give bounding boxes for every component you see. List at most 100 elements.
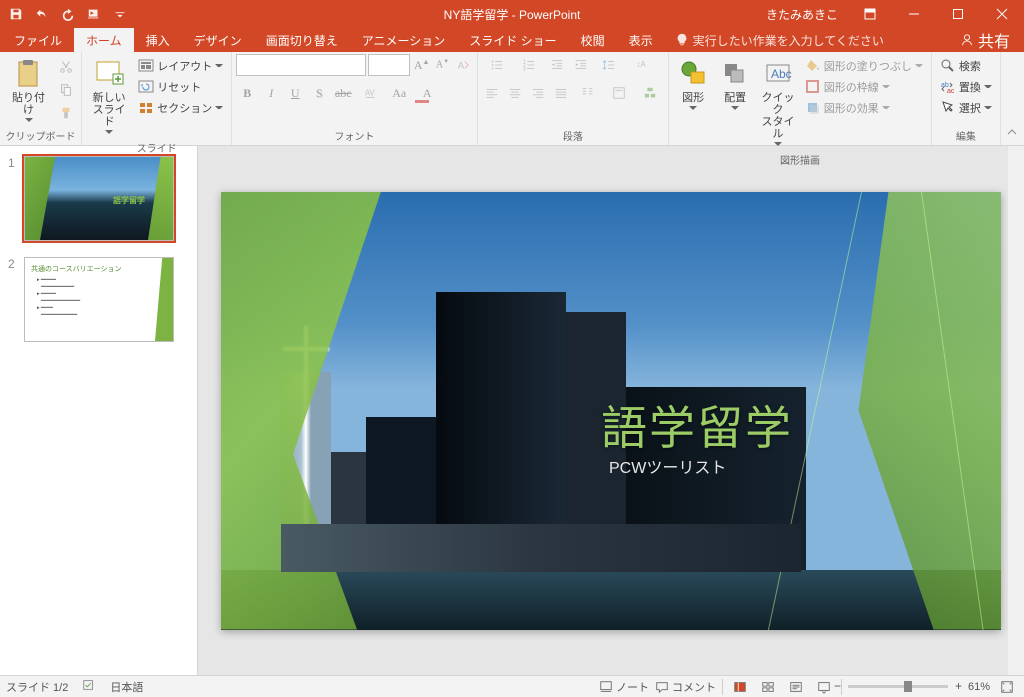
zoom-in-button[interactable]: +	[955, 679, 962, 693]
zoom-level[interactable]: 61%	[968, 681, 990, 693]
numbering-button[interactable]: 123	[514, 54, 544, 76]
start-from-beginning-button[interactable]	[82, 2, 106, 26]
slide-thumbnail-panel[interactable]: 1 語学留学 2 共通のコースバリエーション ▸ ━━━━━ ━━━━━━━━━…	[0, 146, 198, 675]
vertical-scrollbar[interactable]	[1008, 146, 1024, 675]
increase-indent-button[interactable]	[570, 54, 592, 76]
align-text-icon	[612, 86, 626, 100]
search-icon	[940, 58, 956, 74]
normal-view-button[interactable]	[729, 678, 751, 696]
undo-button[interactable]	[30, 2, 54, 26]
new-slide-icon	[93, 58, 125, 90]
zoom-out-button[interactable]: −	[834, 679, 841, 693]
language-indicator[interactable]: 日本語	[110, 679, 143, 695]
decrease-indent-button[interactable]	[546, 54, 568, 76]
spell-check-indicator[interactable]	[82, 678, 96, 695]
new-slide-button[interactable]: 新しい スライド	[86, 54, 132, 138]
tab-view[interactable]: 表示	[617, 28, 665, 52]
zoom-slider[interactable]: − +	[848, 685, 948, 688]
tell-me-search[interactable]: 実行したい作業を入力してください	[665, 28, 896, 52]
replace-button[interactable]: abac置換	[936, 77, 996, 97]
shape-fill-icon	[805, 58, 821, 74]
tab-home[interactable]: ホーム	[74, 28, 134, 52]
justify-button[interactable]	[551, 82, 572, 104]
notes-toggle[interactable]: ノート	[599, 678, 649, 696]
chevron-down-icon	[882, 104, 890, 112]
fit-to-window-button[interactable]	[996, 678, 1018, 696]
reading-view-button[interactable]	[785, 678, 807, 696]
line-spacing-button[interactable]	[594, 54, 624, 76]
columns-button[interactable]	[574, 82, 603, 104]
ribbon-display-options-button[interactable]	[848, 0, 892, 28]
collapse-ribbon-button[interactable]	[1001, 52, 1024, 145]
thumbnail-1[interactable]: 1 語学留学	[0, 152, 197, 253]
thumbnail-preview[interactable]: 共通のコースバリエーション ▸ ━━━━━ ━━━━━━━━━━━ ▸ ━━━━…	[24, 257, 174, 342]
svg-text:Abc: Abc	[771, 67, 792, 81]
cut-button[interactable]	[55, 56, 77, 78]
font-color-button[interactable]: A	[412, 82, 442, 104]
close-button[interactable]	[980, 0, 1024, 28]
zoom-slider-handle[interactable]	[904, 681, 912, 692]
workspace: 1 語学留学 2 共通のコースバリエーション ▸ ━━━━━ ━━━━━━━━━…	[0, 146, 1024, 675]
slide-sorter-button[interactable]	[757, 678, 779, 696]
slide-counter[interactable]: スライド 1/2	[6, 679, 68, 695]
font-size-input[interactable]	[368, 54, 410, 76]
decrease-font-button[interactable]: A▼	[433, 54, 452, 76]
italic-button[interactable]: I	[260, 82, 282, 104]
tab-review[interactable]: 校閲	[569, 28, 617, 52]
increase-font-button[interactable]: A▲	[412, 54, 431, 76]
tab-transitions[interactable]: 画面切り替え	[254, 28, 350, 52]
arrange-button[interactable]: 配置	[715, 54, 755, 114]
format-painter-icon	[59, 106, 73, 120]
shape-fill-button[interactable]: 図形の塗りつぶし	[801, 56, 927, 76]
slide-editor-area[interactable]: 語学留学 PCWツーリスト	[198, 146, 1024, 675]
replace-icon: abac	[940, 79, 956, 95]
shadow-button[interactable]: S	[308, 82, 330, 104]
bullets-button[interactable]	[482, 54, 512, 76]
smartart-button[interactable]	[635, 82, 664, 104]
minimize-button[interactable]	[892, 0, 936, 28]
text-direction-button[interactable]: ↕A	[626, 54, 656, 76]
share-button[interactable]: 共有	[960, 28, 1024, 52]
thumbnail-preview[interactable]: 語学留学	[24, 156, 174, 241]
tab-design[interactable]: デザイン	[182, 28, 254, 52]
reset-button[interactable]: リセット	[134, 77, 227, 97]
section-button[interactable]: セクション	[134, 98, 227, 118]
slideshow-view-button[interactable]	[813, 678, 835, 696]
slide-subtitle-text[interactable]: PCWツーリスト	[609, 454, 726, 478]
qat-customize-button[interactable]	[108, 2, 132, 26]
align-right-button[interactable]	[528, 82, 549, 104]
copy-button[interactable]	[55, 79, 77, 101]
tab-insert[interactable]: 挿入	[134, 28, 182, 52]
char-spacing-button[interactable]: AV	[356, 82, 386, 104]
paste-button[interactable]: 貼り付け	[4, 54, 53, 126]
comments-toggle[interactable]: コメント	[655, 678, 716, 696]
slide-canvas[interactable]: 語学留学 PCWツーリスト	[221, 192, 1001, 630]
clear-formatting-button[interactable]: A	[454, 54, 473, 76]
strikethrough-button[interactable]: abc	[332, 82, 354, 104]
bold-button[interactable]: B	[236, 82, 258, 104]
underline-button[interactable]: U	[284, 82, 306, 104]
thumbnail-2[interactable]: 2 共通のコースバリエーション ▸ ━━━━━ ━━━━━━━━━━━ ▸ ━━…	[0, 253, 197, 354]
user-name[interactable]: きたみあきこ	[766, 6, 838, 23]
save-button[interactable]	[4, 2, 28, 26]
select-button[interactable]: 選択	[936, 98, 996, 118]
maximize-button[interactable]	[936, 0, 980, 28]
slide-title-text[interactable]: 語学留学	[601, 392, 793, 458]
format-painter-button[interactable]	[55, 102, 77, 124]
change-case-button[interactable]: Aa	[388, 82, 410, 104]
align-center-button[interactable]	[505, 82, 526, 104]
font-name-input[interactable]	[236, 54, 366, 76]
align-left-button[interactable]	[482, 82, 503, 104]
tab-file[interactable]: ファイル	[2, 28, 74, 52]
align-text-button[interactable]	[605, 82, 634, 104]
layout-button[interactable]: レイアウト	[134, 56, 227, 76]
shape-outline-button[interactable]: 図形の枠線	[801, 77, 927, 97]
shape-effects-button[interactable]: 図形の効果	[801, 98, 927, 118]
quick-styles-button[interactable]: Abc クイック スタイル	[757, 54, 799, 150]
redo-button[interactable]	[56, 2, 80, 26]
tab-slideshow[interactable]: スライド ショー	[457, 28, 568, 52]
shapes-button[interactable]: 図形	[673, 54, 713, 114]
tab-animations[interactable]: アニメーション	[350, 28, 458, 52]
group-editing: 検索 abac置換 選択 編集	[932, 52, 1001, 145]
find-button[interactable]: 検索	[936, 56, 996, 76]
